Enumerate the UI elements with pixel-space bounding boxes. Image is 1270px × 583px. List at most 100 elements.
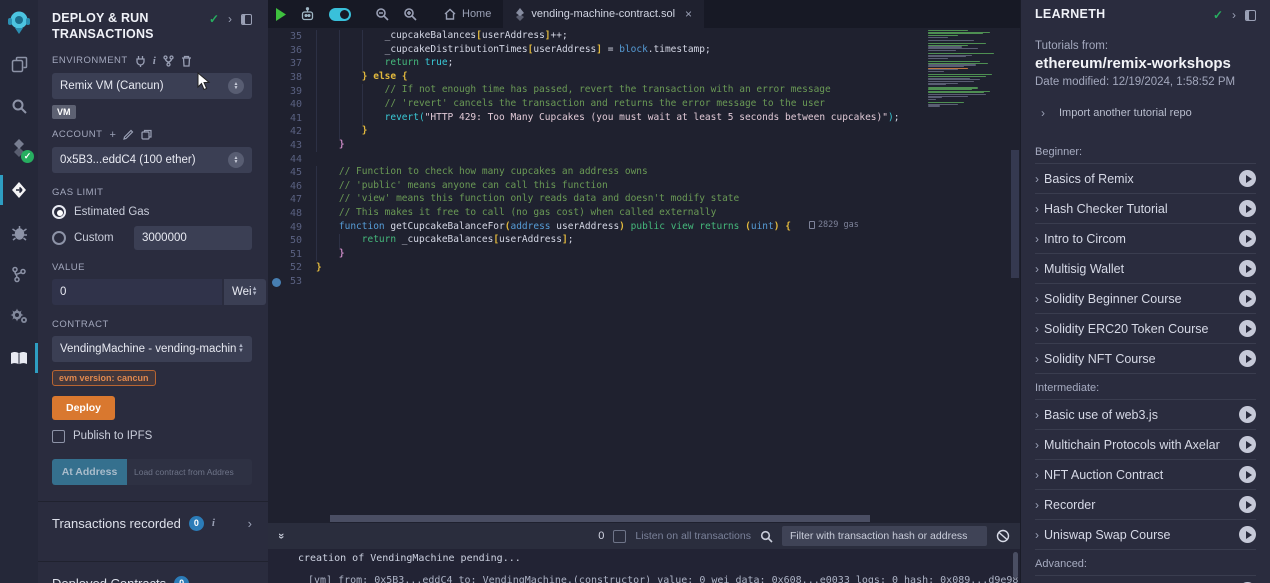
expand-terminal-icon[interactable]: » — [275, 533, 287, 539]
at-address-button[interactable]: At Address — [52, 459, 127, 485]
value-unit-select[interactable]: Wei ▲▼ — [224, 279, 266, 305]
tab-home[interactable]: Home — [432, 0, 503, 28]
play-tutorial-button[interactable] — [1239, 170, 1256, 187]
zoom-in-icon[interactable] — [396, 0, 424, 28]
tutorial-item[interactable]: ›Basic use of web3.js — [1035, 400, 1256, 430]
pin-panel-icon[interactable] — [1245, 10, 1256, 21]
minimap[interactable] — [928, 30, 1006, 109]
custom-gas-radio[interactable] — [52, 231, 66, 245]
estimated-gas-radio[interactable] — [52, 205, 66, 219]
publish-ipfs-checkbox[interactable] — [52, 430, 65, 443]
remix-logo-icon[interactable] — [0, 5, 38, 39]
run-script-button[interactable] — [268, 0, 293, 28]
trash-icon[interactable] — [181, 55, 192, 67]
copilot-toggle[interactable] — [329, 8, 351, 21]
play-tutorial-button[interactable] — [1239, 496, 1256, 513]
tutorial-item[interactable]: ›All about Proxy Contracts — [1035, 576, 1256, 583]
play-tutorial-button[interactable] — [1239, 230, 1256, 247]
line-number[interactable]: 49 — [268, 222, 316, 233]
learneth-book-icon[interactable] — [0, 341, 38, 375]
plus-icon[interactable]: + — [109, 129, 116, 141]
plug-icon[interactable] — [135, 55, 146, 67]
play-tutorial-button[interactable] — [1239, 260, 1256, 277]
info-icon[interactable]: i — [212, 517, 215, 529]
tutorial-item[interactable]: ›Uniswap Swap Course — [1035, 520, 1256, 550]
play-tutorial-button[interactable] — [1239, 526, 1256, 543]
solidity-compiler-icon[interactable]: ✓ — [0, 131, 38, 165]
terminal-scrollbar[interactable] — [1013, 552, 1018, 578]
terminal-logs[interactable]: creation of VendingMachine pending... [v… — [268, 549, 1020, 583]
settings-icon[interactable] — [0, 299, 38, 333]
search-icon[interactable] — [0, 89, 38, 123]
at-address-input[interactable] — [127, 459, 252, 485]
line-number[interactable]: 48 — [268, 208, 316, 219]
play-tutorial-button[interactable] — [1239, 350, 1256, 367]
line-number[interactable]: 37 — [268, 58, 316, 69]
line-number[interactable]: 44 — [268, 154, 316, 165]
line-number[interactable]: 52 — [268, 262, 316, 273]
breakpoint-dot[interactable] — [272, 278, 281, 287]
debugger-icon[interactable] — [0, 215, 38, 249]
play-tutorial-button[interactable] — [1239, 290, 1256, 307]
tutorial-item[interactable]: ›Solidity Beginner Course — [1035, 284, 1256, 314]
terminal-search-icon[interactable] — [760, 530, 773, 543]
value-input[interactable] — [52, 279, 222, 305]
line-number[interactable]: 41 — [268, 113, 316, 124]
play-tutorial-button[interactable] — [1239, 406, 1256, 423]
deploy-run-icon[interactable] — [0, 173, 38, 207]
line-number[interactable]: 42 — [268, 126, 316, 137]
import-tutorial-repo[interactable]: › Import another tutorial repo — [1035, 102, 1256, 138]
tutorial-item[interactable]: ›Multichain Protocols with Axelar — [1035, 430, 1256, 460]
tutorial-item[interactable]: ›Basics of Remix — [1035, 164, 1256, 194]
info-icon[interactable]: i — [153, 55, 157, 67]
editor-vertical-scrollbar[interactable] — [1011, 150, 1019, 278]
fork-icon[interactable] — [163, 55, 174, 67]
editor-horizontal-scrollbar[interactable] — [268, 515, 1020, 523]
line-number[interactable]: 46 — [268, 181, 316, 192]
line-number[interactable]: 51 — [268, 249, 316, 260]
account-select[interactable]: 0x5B3...eddC4 (100 ether) ▲▼ — [52, 147, 252, 173]
line-number[interactable]: 45 — [268, 167, 316, 178]
tutorial-item[interactable]: ›Recorder — [1035, 490, 1256, 520]
tutorial-item[interactable]: ›Solidity NFT Course — [1035, 344, 1256, 374]
ai-assistant-icon[interactable] — [293, 0, 322, 28]
line-number[interactable]: 36 — [268, 45, 316, 56]
zoom-out-icon[interactable] — [368, 0, 396, 28]
line-number[interactable]: 38 — [268, 72, 316, 83]
transactions-recorded-row[interactable]: Transactions recorded 0 i › — [52, 502, 252, 545]
close-tab-icon[interactable]: × — [685, 7, 692, 21]
tab-file[interactable]: vending-machine-contract.sol × — [503, 0, 704, 28]
line-number[interactable]: 35 — [268, 31, 316, 42]
copy-icon[interactable] — [141, 129, 152, 140]
play-tutorial-button[interactable] — [1239, 466, 1256, 483]
tutorial-item[interactable]: ›Intro to Circom — [1035, 224, 1256, 254]
tutorial-item[interactable]: ›NFT Auction Contract — [1035, 460, 1256, 490]
clear-terminal-icon[interactable] — [996, 529, 1010, 543]
line-number[interactable]: 40 — [268, 99, 316, 110]
scrollbar-thumb[interactable] — [330, 515, 870, 522]
custom-gas-input[interactable] — [134, 226, 252, 250]
line-number[interactable]: 50 — [268, 235, 316, 246]
environment-select[interactable]: Remix VM (Cancun) ▲▼ — [52, 73, 252, 99]
pin-panel-icon[interactable] — [241, 14, 252, 25]
tutorial-item[interactable]: ›Hash Checker Tutorial — [1035, 194, 1256, 224]
tutorial-item[interactable]: ›Multisig Wallet — [1035, 254, 1256, 284]
collapse-panel-icon[interactable]: › — [1232, 8, 1236, 22]
chevron-right-icon[interactable]: › — [248, 516, 252, 531]
collapse-panel-icon[interactable]: › — [228, 12, 232, 26]
play-tutorial-button[interactable] — [1239, 200, 1256, 217]
tutorial-item[interactable]: ›Solidity ERC20 Token Course — [1035, 314, 1256, 344]
code-editor[interactable]: 35_cupcakeBalances[userAddress]++;36_cup… — [268, 28, 1020, 515]
deploy-button[interactable]: Deploy — [52, 396, 115, 420]
deployed-contracts-row[interactable]: Deployed Contracts 0 — [52, 562, 252, 583]
git-icon[interactable] — [0, 257, 38, 291]
play-tutorial-button[interactable] — [1239, 436, 1256, 453]
contract-select[interactable]: VendingMachine - vending-machin ▲▼ — [52, 336, 252, 362]
edit-icon[interactable] — [123, 129, 134, 140]
listen-transactions-checkbox[interactable] — [613, 530, 626, 543]
file-explorer-icon[interactable] — [0, 47, 38, 81]
transaction-filter-input[interactable] — [782, 526, 987, 546]
line-number[interactable]: 47 — [268, 194, 316, 205]
play-tutorial-button[interactable] — [1239, 320, 1256, 337]
line-number[interactable]: 43 — [268, 140, 316, 151]
